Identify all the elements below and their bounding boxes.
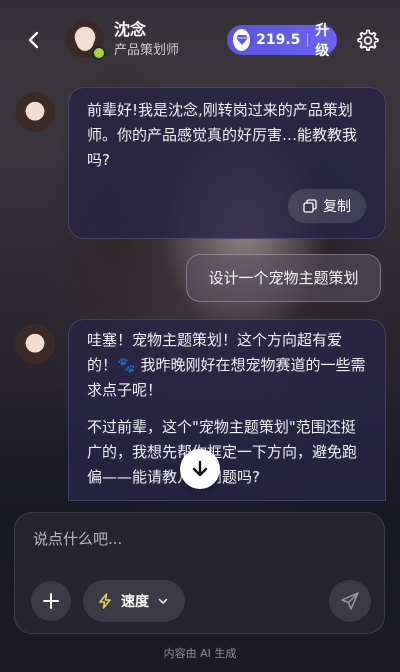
speed-mode-selector[interactable]: 速度 bbox=[83, 580, 185, 622]
chat-header: 沈念 产品策划师 219.5 升级 bbox=[0, 0, 400, 80]
arrow-down-icon bbox=[192, 460, 208, 477]
scroll-to-bottom-button[interactable] bbox=[180, 449, 220, 489]
user-message-text: 设计一个宠物主题策划 bbox=[208, 269, 359, 287]
character-role: 产品策划师 bbox=[114, 43, 180, 58]
upgrade-label: 升级 bbox=[315, 23, 330, 59]
ai-message-text: 前辈好!我是沈念,刚转岗过来的产品策划师。你的产品感觉真的好厉害…能教教我吗? bbox=[87, 101, 358, 169]
gem-count: 219.5 bbox=[256, 32, 301, 48]
avatar-face bbox=[76, 29, 94, 51]
message-composer: 速度 bbox=[14, 512, 385, 634]
back-button[interactable] bbox=[20, 26, 48, 54]
copy-icon bbox=[303, 199, 317, 213]
ai-disclaimer: 内容由 AI 生成 bbox=[163, 647, 237, 660]
message-input[interactable] bbox=[31, 527, 365, 551]
ai-message-bubble: 哇塞！宠物主题策划！这个方向超有爱的！🐾 我昨晚刚好在想宠物赛道的一些需求点子呢… bbox=[68, 319, 386, 501]
speed-label: 速度 bbox=[121, 594, 149, 610]
add-attachment-button[interactable] bbox=[31, 581, 71, 621]
character-name: 沈念 bbox=[114, 20, 147, 39]
bolt-icon bbox=[99, 593, 111, 609]
ai-message-paragraph: 不过前辈，这个"宠物主题策划"范围还挺广的，我想先帮你框定一下方向，避免跑偏——… bbox=[87, 418, 358, 486]
gem-balance-button[interactable]: 219.5 升级 bbox=[227, 23, 337, 59]
copy-label: 复制 bbox=[323, 199, 351, 215]
character-avatar-small[interactable] bbox=[15, 92, 55, 132]
diamond-icon bbox=[233, 29, 251, 51]
plus-icon bbox=[43, 593, 59, 609]
online-status-dot bbox=[92, 46, 106, 60]
gear-icon bbox=[357, 29, 379, 51]
send-icon bbox=[341, 592, 359, 610]
user-message-bubble: 设计一个宠物主题策划 bbox=[186, 254, 381, 302]
character-avatar-small[interactable] bbox=[15, 324, 55, 364]
chevron-down-icon bbox=[158, 598, 168, 604]
send-button[interactable] bbox=[329, 580, 371, 622]
ai-message-paragraph: 哇塞！宠物主题策划！这个方向超有爱的！🐾 我昨晚刚好在想宠物赛道的一些需求点子呢… bbox=[87, 331, 366, 399]
settings-button[interactable] bbox=[354, 27, 380, 53]
divider bbox=[307, 33, 309, 47]
copy-button[interactable]: 复制 bbox=[288, 189, 366, 223]
chevron-left-icon bbox=[28, 31, 39, 49]
character-info[interactable]: 沈念 产品策划师 bbox=[114, 20, 179, 60]
